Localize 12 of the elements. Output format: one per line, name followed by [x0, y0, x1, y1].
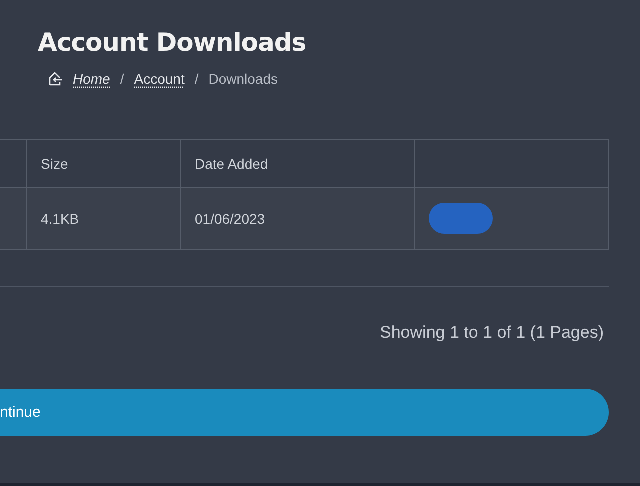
breadcrumb-separator: / — [120, 71, 124, 87]
breadcrumb-separator: / — [194, 71, 199, 87]
continue-button[interactable]: ntinue — [0, 389, 609, 436]
page-title: Account Downloads — [38, 28, 308, 57]
table-cell: 4.1KB — [27, 188, 181, 249]
breadcrumb-link[interactable]: Account — [134, 71, 185, 87]
home-arrow-icon — [47, 71, 63, 87]
table-cell: 01/06/2023 — [181, 188, 415, 249]
breadcrumb-current: Downloads — [208, 71, 278, 87]
pagination-summary: Showing 1 to 1 of 1 (1 Pages) — [380, 323, 604, 343]
download-button[interactable] — [429, 203, 493, 234]
breadcrumb-link[interactable]: Home — [73, 71, 110, 87]
